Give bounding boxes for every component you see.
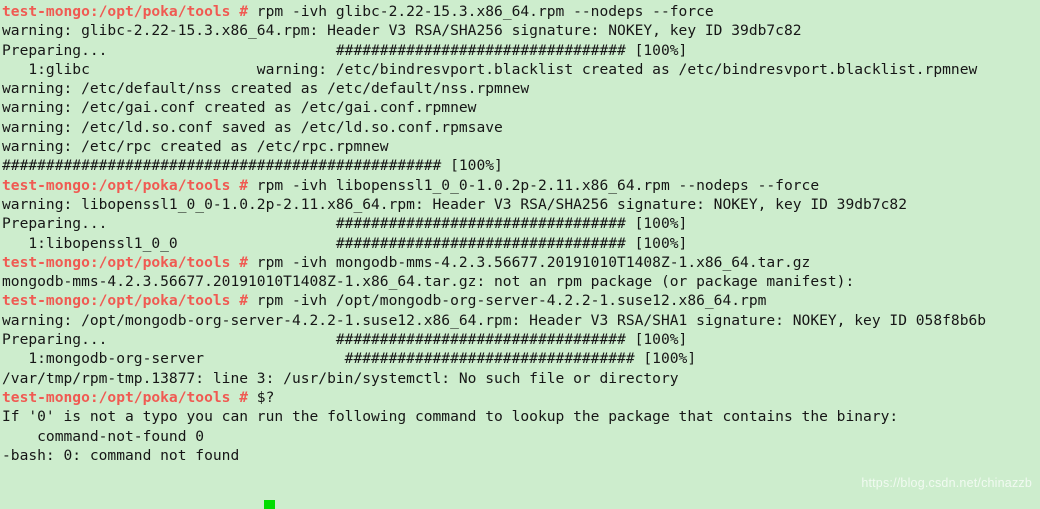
terminal-output-line: Preparing... ###########################… bbox=[2, 214, 1040, 233]
shell-prompt: test-mongo:/opt/poka/tools # bbox=[2, 176, 249, 194]
terminal-output-line: warning: /etc/rpc created as /etc/rpc.rp… bbox=[2, 137, 1040, 156]
output-text: warning: /opt/mongodb-org-server-4.2.2-1… bbox=[2, 311, 987, 329]
command-text: rpm -ivh libopenssl1_0_0-1.0.2p-2.11.x86… bbox=[248, 176, 820, 194]
output-text: command-not-found 0 bbox=[2, 427, 205, 445]
terminal-command-line: test-mongo:/opt/poka/tools # $? bbox=[2, 388, 1040, 407]
output-text: If '0' is not a typo you can run the fol… bbox=[2, 408, 899, 426]
shell-prompt: test-mongo:/opt/poka/tools # bbox=[2, 3, 249, 20]
command-text: rpm -ivh mongodb-mms-4.2.3.56677.2019101… bbox=[248, 253, 811, 271]
output-text: Preparing... ###########################… bbox=[2, 215, 688, 233]
terminal-command-line: test-mongo:/opt/poka/tools # rpm -ivh /o… bbox=[2, 291, 1040, 310]
terminal-window[interactable]: test-mongo:/opt/poka/tools # rpm -ivh gl… bbox=[0, 0, 1040, 509]
command-text: rpm -ivh glibc-2.22-15.3.x86_64.rpm --no… bbox=[248, 3, 714, 20]
watermark: https://blog.csdn.net/chinazzb bbox=[861, 475, 1032, 490]
command-text: $? bbox=[248, 388, 275, 406]
terminal-output: test-mongo:/opt/poka/tools # rpm -ivh gl… bbox=[2, 2, 1040, 465]
shell-prompt: test-mongo:/opt/poka/tools # bbox=[2, 388, 249, 406]
terminal-command-line: test-mongo:/opt/poka/tools # rpm -ivh li… bbox=[2, 176, 1040, 195]
output-text: warning: glibc-2.22-15.3.x86_64.rpm: Hea… bbox=[2, 22, 802, 40]
terminal-output-line: If '0' is not a typo you can run the fol… bbox=[2, 407, 1040, 426]
terminal-output-line: 1:libopenssl1_0_0 ######################… bbox=[2, 234, 1040, 253]
output-text: warning: libopenssl1_0_0-1.0.2p-2.11.x86… bbox=[2, 195, 907, 213]
terminal-output-line: ########################################… bbox=[2, 156, 1040, 175]
output-text: /var/tmp/rpm-tmp.13877: line 3: /usr/bin… bbox=[2, 369, 679, 387]
terminal-output-line: /var/tmp/rpm-tmp.13877: line 3: /usr/bin… bbox=[2, 369, 1040, 388]
terminal-output-line: -bash: 0: command not found bbox=[2, 446, 1040, 465]
output-text: Preparing... ###########################… bbox=[2, 41, 688, 59]
output-text: -bash: 0: command not found bbox=[2, 446, 240, 464]
terminal-command-line: test-mongo:/opt/poka/tools # rpm -ivh gl… bbox=[2, 2, 1040, 21]
shell-prompt: test-mongo:/opt/poka/tools # bbox=[2, 253, 249, 271]
terminal-output-line: warning: /etc/ld.so.conf saved as /etc/l… bbox=[2, 118, 1040, 137]
shell-prompt: test-mongo:/opt/poka/tools # bbox=[2, 292, 249, 310]
output-text: 1:glibc warning: /etc/bindresvport.black… bbox=[2, 60, 978, 78]
terminal-output-line: command-not-found 0 bbox=[2, 427, 1040, 446]
terminal-output-line: warning: /opt/mongodb-org-server-4.2.2-1… bbox=[2, 311, 1040, 330]
terminal-output-line: mongodb-mms-4.2.3.56677.20191010T1408Z-1… bbox=[2, 272, 1040, 291]
output-text: warning: /etc/default/nss created as /et… bbox=[2, 80, 530, 98]
output-text: warning: /etc/gai.conf created as /etc/g… bbox=[2, 99, 477, 117]
terminal-cursor bbox=[264, 500, 275, 509]
output-text: warning: /etc/ld.so.conf saved as /etc/l… bbox=[2, 118, 503, 136]
terminal-output-line: Preparing... ###########################… bbox=[2, 41, 1040, 60]
output-text: ########################################… bbox=[2, 157, 503, 175]
terminal-output-line: 1:glibc warning: /etc/bindresvport.black… bbox=[2, 60, 1040, 79]
terminal-output-line: warning: /etc/gai.conf created as /etc/g… bbox=[2, 98, 1040, 117]
terminal-output-line: 1:mongodb-org-server ###################… bbox=[2, 349, 1040, 368]
output-text: Preparing... ###########################… bbox=[2, 331, 688, 349]
output-text: 1:mongodb-org-server ###################… bbox=[2, 350, 697, 368]
terminal-output-line: Preparing... ###########################… bbox=[2, 330, 1040, 349]
terminal-output-line: warning: glibc-2.22-15.3.x86_64.rpm: Hea… bbox=[2, 21, 1040, 40]
output-text: 1:libopenssl1_0_0 ######################… bbox=[2, 234, 688, 252]
terminal-output-line: warning: libopenssl1_0_0-1.0.2p-2.11.x86… bbox=[2, 195, 1040, 214]
terminal-output-line: warning: /etc/default/nss created as /et… bbox=[2, 79, 1040, 98]
terminal-command-line: test-mongo:/opt/poka/tools # rpm -ivh mo… bbox=[2, 253, 1040, 272]
output-text: mongodb-mms-4.2.3.56677.20191010T1408Z-1… bbox=[2, 273, 855, 291]
command-text: rpm -ivh /opt/mongodb-org-server-4.2.2-1… bbox=[248, 292, 767, 310]
output-text: warning: /etc/rpc created as /etc/rpc.rp… bbox=[2, 138, 389, 156]
